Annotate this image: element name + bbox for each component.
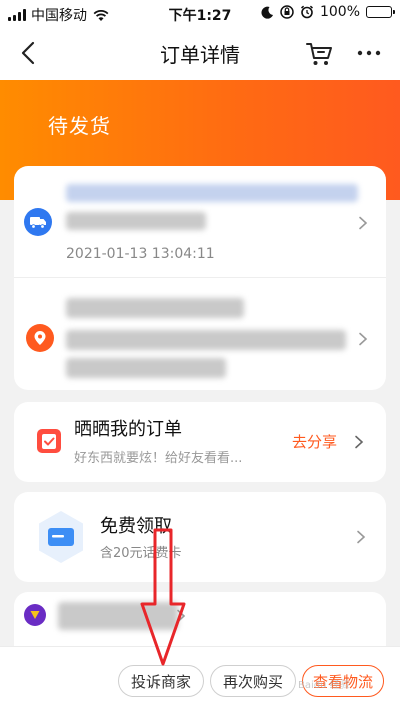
watermark: Baidu 经验 — [298, 680, 350, 691]
annotation-arrow-icon — [140, 528, 186, 666]
redacted-recipient — [66, 298, 244, 318]
page-title: 订单详情 — [160, 43, 240, 67]
free-gift-chevron-icon — [357, 530, 366, 544]
logistics-row[interactable]: 2021-01-13 13:04:11 — [14, 166, 386, 278]
address-chevron-icon[interactable] — [356, 332, 370, 346]
share-order-card[interactable]: 晒晒我的订单 好东西就要炫！给好友看看... 去分享 — [14, 402, 386, 482]
redacted-address-line-1 — [66, 330, 346, 350]
redacted-logistics-line-1 — [66, 184, 358, 202]
logistics-chevron-icon — [359, 216, 368, 230]
status-bar: 中国移动 下午1:27 100% — [0, 0, 400, 26]
logistics-time: 2021-01-13 13:04:11 — [66, 246, 215, 262]
more-icon[interactable] — [354, 38, 384, 68]
logistics-address-card: 2021-01-13 13:04:11 — [14, 166, 386, 390]
nav-bar: 订单详情 — [0, 26, 400, 80]
orientation-lock-icon — [280, 5, 294, 19]
alarm-icon — [300, 5, 313, 19]
share-title: 晒晒我的订单 — [74, 419, 182, 440]
status-right: 100% — [261, 4, 395, 20]
share-chevron-icon — [355, 435, 364, 449]
truck-icon — [24, 208, 52, 236]
order-status: 待发货 — [48, 114, 111, 138]
complain-merchant-button[interactable]: 投诉商家 — [118, 665, 204, 697]
share-button[interactable]: 去分享 — [292, 431, 337, 452]
battery-percent: 100% — [319, 4, 360, 20]
free-gift-card[interactable]: 免费领取 含20元话费卡 — [14, 492, 386, 582]
store-icon — [24, 604, 46, 626]
cart-icon[interactable] — [304, 38, 334, 68]
redacted-address-line-2 — [66, 358, 226, 378]
battery-icon — [366, 6, 395, 18]
location-pin-icon — [26, 324, 54, 352]
redacted-logistics-line-2 — [66, 212, 206, 230]
gift-card-icon — [39, 511, 83, 563]
share-subtitle: 好东西就要炫！给好友看看... — [74, 451, 243, 466]
buy-again-button[interactable]: 再次购买 — [210, 665, 296, 697]
order-share-icon — [37, 429, 61, 453]
moon-icon — [261, 6, 273, 19]
